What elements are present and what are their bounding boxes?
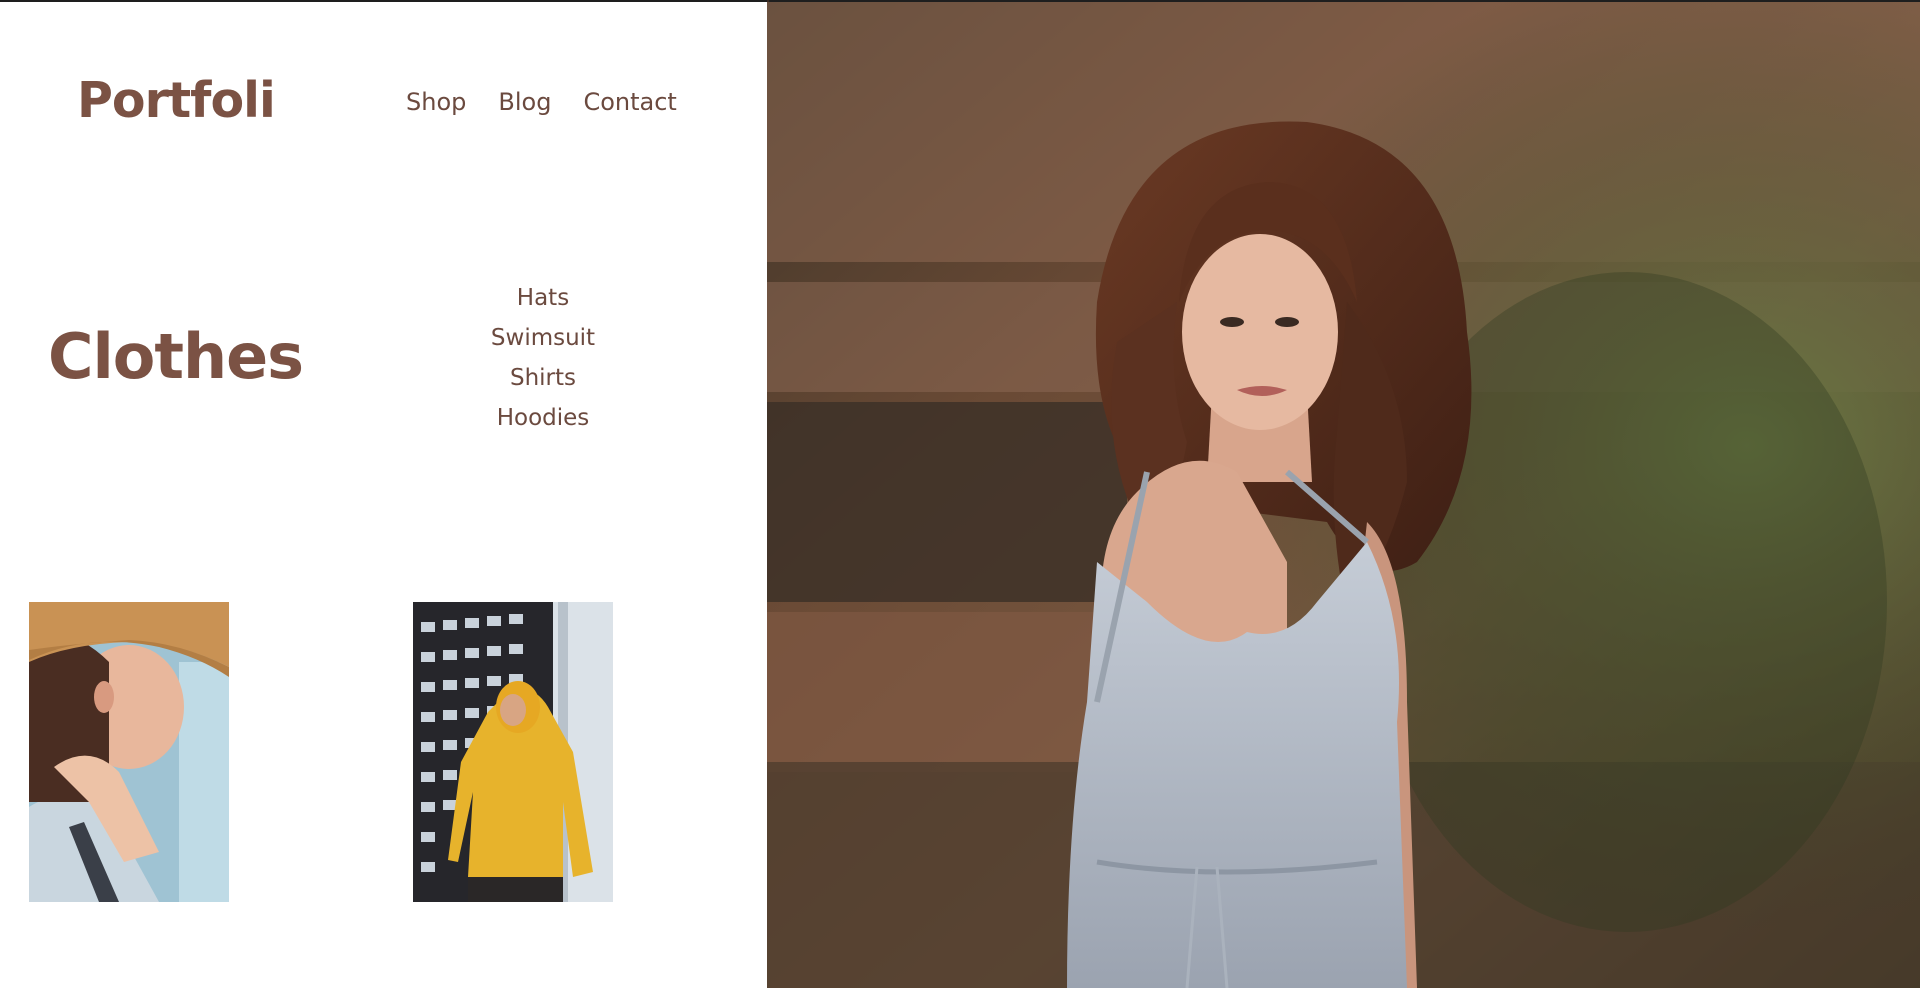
section-title: Clothes <box>48 320 304 393</box>
category-list: Hats Swimsuit Shirts Hoodies <box>443 278 643 438</box>
left-panel: Portfoli Shop Blog Contact Clothes Hats … <box>0 2 767 988</box>
logo[interactable]: Portfoli <box>77 72 276 129</box>
category-hoodies[interactable]: Hoodies <box>443 398 643 438</box>
nav-blog[interactable]: Blog <box>498 88 551 116</box>
nav-contact[interactable]: Contact <box>583 88 676 116</box>
woman-in-grey-dress-photo <box>767 2 1920 988</box>
hero-image <box>767 2 1920 988</box>
main-nav: Shop Blog Contact <box>406 88 677 116</box>
nav-shop[interactable]: Shop <box>406 88 466 116</box>
product-thumb-hoodie[interactable] <box>413 602 613 902</box>
category-shirts[interactable]: Shirts <box>443 358 643 398</box>
man-in-yellow-hoodie-photo <box>413 602 613 902</box>
product-thumb-hat[interactable] <box>29 602 229 902</box>
woman-with-straw-hat-photo <box>29 602 229 902</box>
category-swimsuit[interactable]: Swimsuit <box>443 318 643 358</box>
category-hats[interactable]: Hats <box>443 278 643 318</box>
